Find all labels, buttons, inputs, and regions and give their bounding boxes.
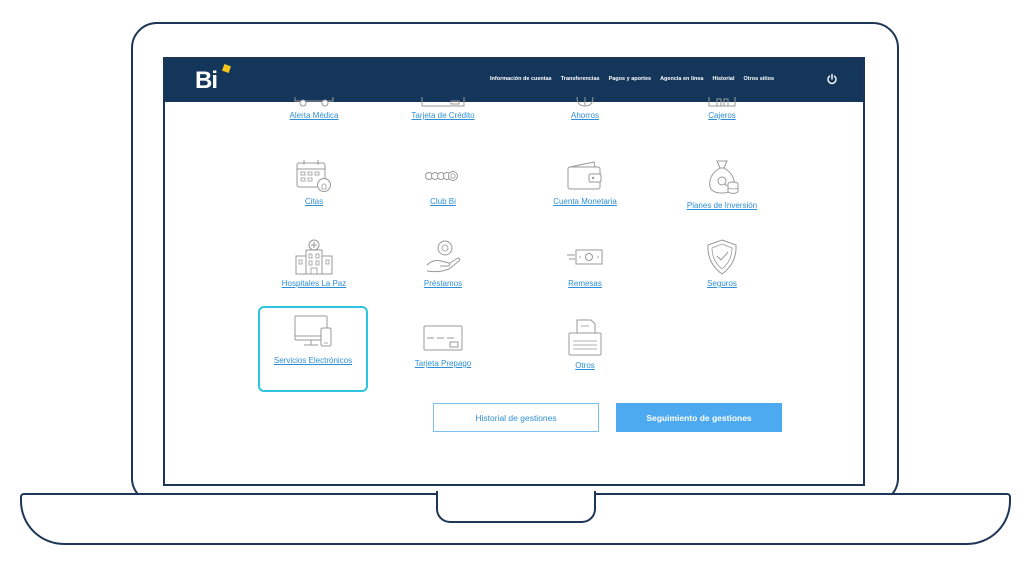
coins-stack-icon <box>425 171 458 181</box>
nav-agencia-linea[interactable]: Agencia en línea <box>660 76 703 82</box>
tile-remesas[interactable]: Remesas <box>531 239 639 288</box>
nav-otros-sitios[interactable]: Otros sitios <box>744 76 775 82</box>
tile-label[interactable]: Club Bi <box>389 197 497 206</box>
tile-cajeros[interactable]: Cajeros <box>668 97 776 120</box>
tile-cuenta-monetaria[interactable]: Cuenta Monetaria <box>531 159 639 206</box>
nav-informacion-cuentas[interactable]: Información de cuentas <box>490 76 552 82</box>
tile-label[interactable]: Otros <box>531 361 639 370</box>
tile-tarjeta-credito[interactable]: Tarjeta de Crédito <box>389 97 497 120</box>
tile-label[interactable]: Planes de Inversión <box>668 201 776 210</box>
tile-club-bi[interactable]: Club Bi <box>389 159 497 206</box>
desktop-mobile-icon <box>294 315 332 347</box>
tile-label[interactable]: Seguros <box>668 279 776 288</box>
money-transfer-icon <box>567 249 603 265</box>
shield-check-icon <box>707 239 737 275</box>
power-icon[interactable] <box>826 73 838 85</box>
nav-pagos-aportes[interactable]: Pagos y aportes <box>609 76 652 82</box>
tile-planes-inversion[interactable]: Planes de Inversión <box>668 159 776 210</box>
bi-logo[interactable]: Bi <box>195 67 218 95</box>
tile-tarjeta-prepago[interactable]: Tarjeta Prepago <box>389 319 497 368</box>
tile-label[interactable]: Préstamos <box>389 279 497 288</box>
history-button[interactable]: Historial de gestiones <box>433 403 599 432</box>
tile-label[interactable]: Cajeros <box>668 111 776 120</box>
tile-label[interactable]: Remesas <box>531 279 639 288</box>
tile-label[interactable]: Cuenta Monetaria <box>531 197 639 206</box>
tile-otros[interactable]: Otros <box>531 319 639 370</box>
calendar-icon <box>296 160 331 192</box>
nav-historial[interactable]: Historial <box>712 76 734 82</box>
tile-alerta-medica[interactable]: Alerta Médica <box>260 97 368 120</box>
wallet-icon <box>567 161 602 190</box>
nav-transferencias[interactable]: Transferencias <box>561 76 600 82</box>
tracking-button[interactable]: Seguimiento de gestiones <box>616 403 782 432</box>
tile-label[interactable]: Hospitales La Paz <box>260 279 368 288</box>
tile-label[interactable]: Servicios Electrónicos <box>260 356 366 365</box>
savings-icon <box>576 97 594 107</box>
tile-label[interactable]: Tarjeta Prepago <box>389 359 497 368</box>
tile-seguros[interactable]: Seguros <box>668 239 776 288</box>
money-bag-icon <box>709 160 739 194</box>
credit-card-icon <box>421 97 465 107</box>
tile-label[interactable]: Citas <box>260 197 368 206</box>
prepaid-card-icon <box>423 325 463 351</box>
tile-ahorros[interactable]: Ahorros <box>531 97 639 120</box>
top-nav-bar: Bi Información de cuentas Transferencias… <box>165 59 863 102</box>
tile-label[interactable]: Ahorros <box>531 111 639 120</box>
laptop-notch <box>436 491 596 523</box>
tile-label[interactable]: Alerta Médica <box>260 111 368 120</box>
tile-prestamos[interactable]: Préstamos <box>389 239 497 288</box>
logo-accent-icon <box>222 64 231 73</box>
tile-hospitales-la-paz[interactable]: Hospitales La Paz <box>260 239 368 288</box>
ambulance-icon <box>294 97 334 107</box>
hospital-icon <box>295 239 333 275</box>
main-nav: Información de cuentas Transferencias Pa… <box>490 76 774 82</box>
laptop-screen: Bi Información de cuentas Transferencias… <box>163 57 865 486</box>
documents-icon <box>568 319 602 356</box>
atm-icon <box>708 97 736 107</box>
tile-citas[interactable]: Citas <box>260 159 368 206</box>
tile-label[interactable]: Tarjeta de Crédito <box>389 111 497 120</box>
loan-hand-icon <box>426 240 461 273</box>
tile-servicios-electronicos[interactable]: Servicios Electrónicos <box>258 306 368 392</box>
